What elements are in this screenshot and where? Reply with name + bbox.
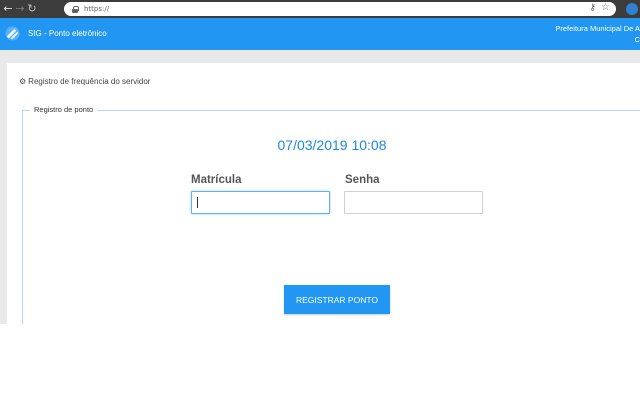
star-icon[interactable]: ☆ — [601, 2, 610, 13]
app-title: SIG - Ponto eletrônico — [28, 29, 107, 38]
extension-icon[interactable] — [626, 3, 638, 15]
address-bar[interactable]: https:// ⚷ ☆ — [64, 2, 616, 16]
app-header: SIG - Ponto eletrônico Prefeitura Munici… — [0, 18, 640, 50]
reload-icon[interactable]: ↻ — [26, 2, 38, 16]
page-bottom — [0, 324, 640, 400]
arrow-right-icon[interactable]: → — [14, 2, 26, 16]
fieldset-legend: Registro de ponto — [30, 105, 98, 114]
organization-name: Prefeitura Municipal De A — [555, 24, 640, 33]
section-heading-text: Registro de frequência do servidor — [28, 77, 151, 86]
logo-icon — [5, 26, 20, 41]
key-icon[interactable]: ⚷ — [589, 3, 596, 13]
text-caret — [197, 197, 198, 208]
organization-subtitle: C — [634, 35, 640, 44]
senha-input[interactable] — [344, 191, 483, 214]
matricula-input[interactable] — [191, 191, 330, 214]
current-datetime: 07/03/2019 10:08 — [277, 137, 387, 153]
section-heading: ⚙ Registro de frequência do servidor — [19, 77, 150, 86]
url-text[interactable]: https:// — [84, 5, 109, 13]
register-punch-button[interactable]: REGISTRAR PONTO — [284, 285, 390, 314]
senha-label: Senha — [345, 174, 380, 186]
matricula-label: Matrícula — [191, 174, 242, 186]
gears-icon: ⚙ — [19, 77, 27, 86]
arrow-left-icon[interactable]: ← — [2, 2, 14, 16]
browser-toolbar: ← → ↻ https:// ⚷ ☆ — [0, 0, 640, 18]
lock-icon — [72, 5, 79, 13]
